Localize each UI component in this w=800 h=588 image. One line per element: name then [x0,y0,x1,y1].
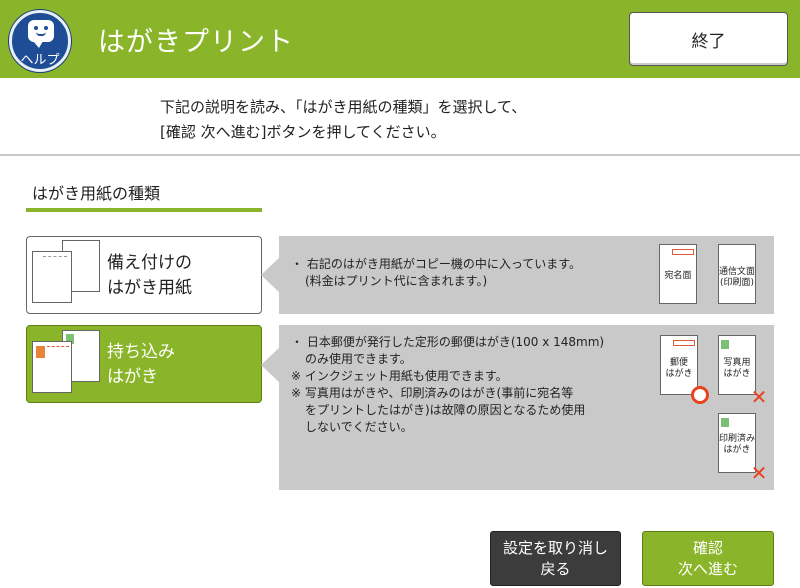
info-text: のみ使用できます。 [305,352,412,366]
panel-pointer [261,257,280,293]
ng-cross-icon: ✕ [750,461,768,485]
help-label: ヘルプ [20,53,60,68]
provided-postcard-info: ・ 右記のはがき用紙がコピー機の中に入っています。 (料金はプリント代に含まれま… [279,236,774,314]
panel-pointer [261,347,280,383]
card-label: 通信文面 (印刷面) [719,267,756,288]
card-label: 郵便 はがき [665,358,693,379]
title-bar: ヘルプ はがきプリント 終了 [0,0,800,78]
postcard-message-side-icon: 通信文面 (印刷面) [718,244,756,304]
info-text: しないでください。 [305,420,413,434]
option-label-line2: はがき [107,367,158,387]
instruction-line-1: 下記の説明を読み、「はがき用紙の種類」を選択して、 [160,98,527,116]
postcard-front-icon [32,341,72,393]
option-provided-postcard[interactable]: 備え付けの はがき用紙 [26,236,262,314]
own-postcard-info: ・ 日本郵便が発行した定形の郵便はがき(100 x 148mm) のみ使用できま… [279,325,774,490]
info-text: ・ 日本郵便が発行した定形の郵便はがき(100 x 148mm) [291,335,605,349]
info-text: (料金はプリント代に含まれます。) [305,274,488,288]
page-title: はがきプリント [98,27,294,58]
confirm-label-line2: 次へ進む [677,560,738,578]
confirm-label-line1: 確認 [692,539,723,557]
section-underline [26,208,262,212]
card-label: 宛名面 [664,271,692,281]
postcard-front-icon [32,251,72,303]
cancel-label-line1: 設定を取り消し [502,539,608,557]
section-title: はがき用紙の種類 [32,184,161,203]
postcard-address-side-icon: 宛名面 [659,244,697,304]
cancel-back-button[interactable]: 設定を取り消し 戻る [490,531,621,586]
option-own-postcard[interactable]: 持ち込み はがき [26,325,262,403]
help-button[interactable]: ヘルプ [9,10,71,72]
end-button[interactable]: 終了 [629,12,788,66]
card-label: 写真用 はがき [723,358,751,379]
option-label-line2: はがき用紙 [107,278,192,298]
help-chat-icon [28,20,54,48]
postal-postcard-icon: 郵便 はがき [660,335,698,395]
ok-circle-icon [691,386,709,404]
info-text: ※ 写真用はがきや、印刷済みのはがき(事前に宛名等 [291,386,574,400]
info-text: ※ インクジェット用紙も使用できます。 [291,369,508,383]
option-label-line1: 備え付けの [107,253,192,273]
instruction-area: 下記の説明を読み、「はがき用紙の種類」を選択して、 [確認 次へ進む]ボタンを押… [0,78,800,156]
info-text: をプリントしたはがき)は故障の原因となるため使用 [305,403,586,417]
info-text: ・ 右記のはがき用紙がコピー機の中に入っています。 [291,257,582,271]
option-label-line1: 持ち込み [107,342,175,362]
card-label: 印刷済み はがき [719,434,756,455]
instruction-line-2: [確認 次へ進む]ボタンを押してください。 [160,123,446,141]
cancel-label-line2: 戻る [540,560,571,578]
ng-cross-icon: ✕ [750,385,768,409]
confirm-next-button[interactable]: 確認 次へ進む [642,531,774,586]
